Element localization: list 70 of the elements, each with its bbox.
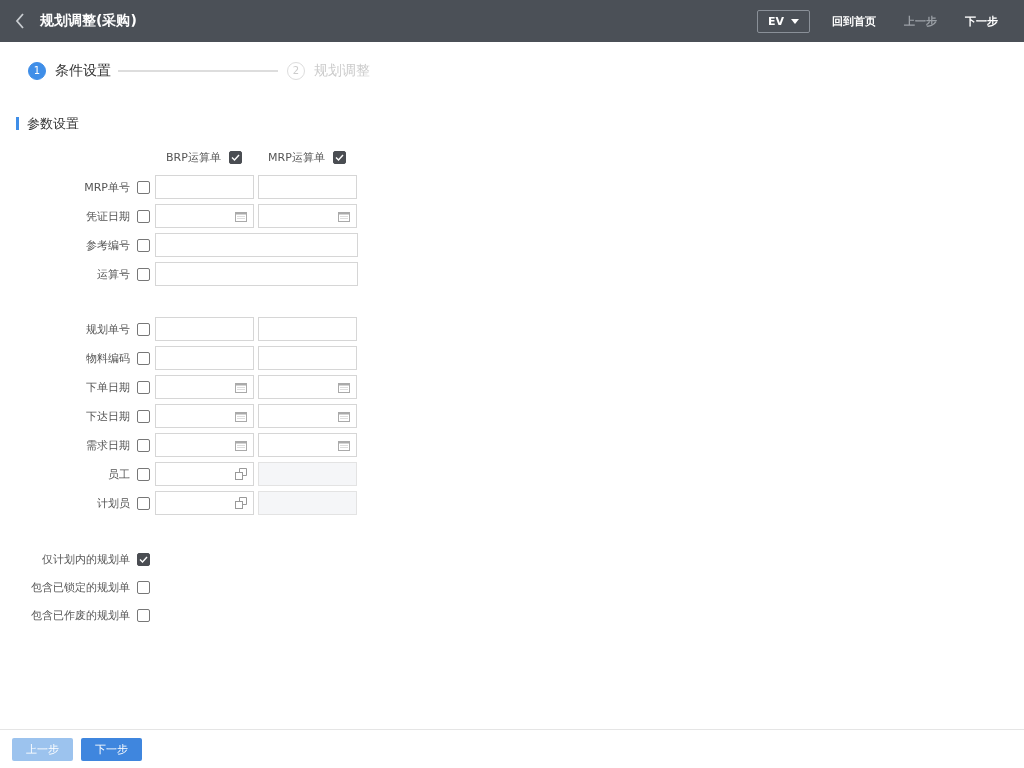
checkbox[interactable]	[137, 467, 150, 481]
column-label: BRP运算单	[166, 150, 221, 165]
checkbox[interactable]	[228, 151, 242, 164]
date-field[interactable]	[155, 404, 254, 428]
date-field[interactable]	[155, 204, 254, 228]
header-action-button[interactable]: 回到首页	[818, 13, 890, 29]
field-label: 员工	[107, 466, 130, 482]
field-label: 运算号	[96, 266, 130, 282]
option-label: 包含已作废的规划单	[30, 608, 130, 623]
section-title: 参数设置	[16, 117, 1024, 130]
option-label: 包含已锁定的规划单	[30, 580, 130, 595]
checkbox[interactable]	[137, 553, 150, 566]
lookup-icon[interactable]	[235, 497, 247, 509]
checkbox[interactable]	[137, 581, 150, 594]
calendar-icon[interactable]	[235, 210, 247, 222]
date-field[interactable]	[258, 375, 357, 399]
checkbox[interactable]	[137, 409, 150, 423]
lookup-icon[interactable]	[235, 468, 247, 480]
field-label: 下达日期	[85, 408, 130, 424]
field-label: 下单日期	[85, 379, 130, 395]
checkbox[interactable]	[137, 322, 150, 336]
input-field[interactable]	[155, 262, 358, 286]
input-field[interactable]	[258, 346, 357, 370]
back-icon[interactable]	[15, 13, 25, 29]
field-label: 计划员	[96, 495, 130, 511]
field-label: 规划单号	[85, 321, 130, 337]
page-title: 规划调整(采购)	[40, 12, 137, 30]
header-action-button[interactable]: 下一步	[951, 13, 1012, 29]
calendar-icon[interactable]	[235, 439, 247, 451]
input-field[interactable]	[155, 175, 254, 199]
field-label: 凭证日期	[85, 208, 130, 224]
date-field[interactable]	[258, 204, 357, 228]
field-label: 物料编码	[85, 350, 130, 366]
field-label: 需求日期	[85, 437, 130, 453]
field-label: MRP单号	[83, 179, 130, 195]
calendar-icon[interactable]	[338, 439, 350, 451]
checkbox[interactable]	[137, 496, 150, 510]
checkbox[interactable]	[137, 380, 150, 394]
checkbox[interactable]	[137, 267, 150, 281]
input-field[interactable]	[155, 233, 358, 257]
input-field[interactable]	[258, 175, 357, 199]
footer-button[interactable]: 下一步	[81, 737, 142, 761]
calendar-icon[interactable]	[235, 410, 247, 422]
checkbox[interactable]	[137, 351, 150, 365]
checkbox[interactable]	[137, 438, 150, 452]
picker-field[interactable]	[155, 462, 254, 486]
option-label: 仅计划内的规划单	[41, 552, 130, 567]
date-field[interactable]	[155, 433, 254, 457]
calendar-icon[interactable]	[338, 381, 350, 393]
input-field[interactable]	[155, 346, 254, 370]
input-field[interactable]	[155, 317, 254, 341]
checkbox[interactable]	[137, 209, 150, 223]
column-label: MRP运算单	[268, 150, 325, 165]
checkbox[interactable]	[137, 180, 150, 194]
date-field[interactable]	[258, 404, 357, 428]
date-field[interactable]	[155, 375, 254, 399]
field-label: 参考编号	[85, 237, 130, 253]
date-field[interactable]	[258, 433, 357, 457]
step-label[interactable]: 条件设置	[55, 61, 111, 80]
calendar-icon[interactable]	[235, 381, 247, 393]
checkbox[interactable]	[332, 151, 346, 164]
step-number: 1	[28, 61, 46, 80]
caret-icon	[791, 18, 799, 24]
calendar-icon[interactable]	[338, 210, 350, 222]
checkbox[interactable]	[137, 238, 150, 252]
language-dropdown[interactable]: EV	[756, 9, 810, 33]
checkbox[interactable]	[137, 609, 150, 622]
picker-field[interactable]	[155, 491, 254, 515]
input-field[interactable]	[258, 317, 357, 341]
calendar-icon[interactable]	[338, 410, 350, 422]
